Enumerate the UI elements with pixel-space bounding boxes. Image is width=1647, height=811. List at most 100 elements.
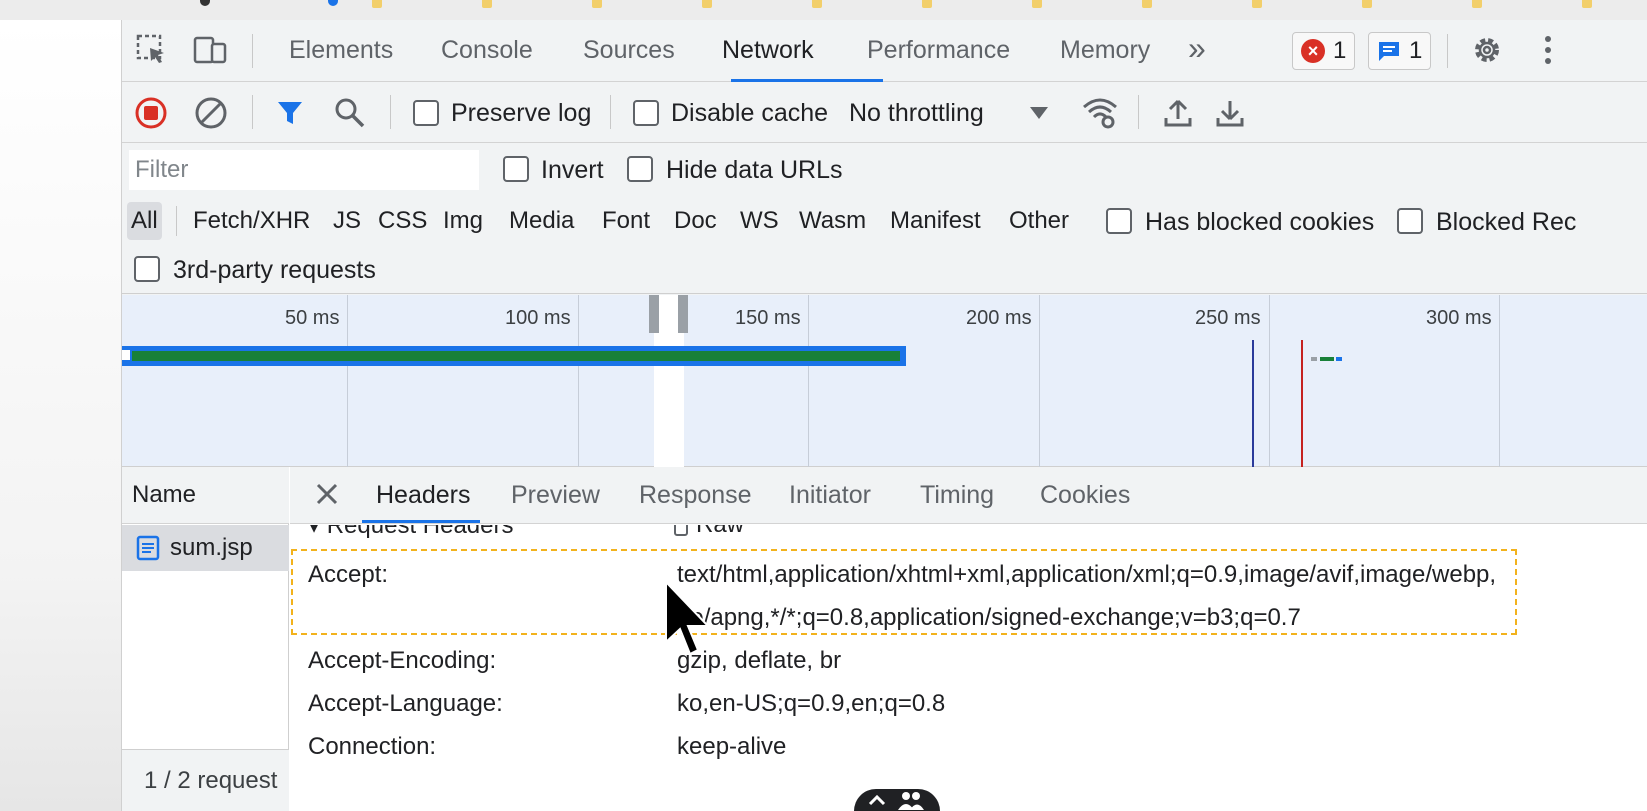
load-event-line xyxy=(1301,340,1303,467)
browser-bookmarks-strip xyxy=(0,0,1647,20)
type-filter-wasm[interactable]: Wasm xyxy=(795,202,870,240)
search-icon[interactable] xyxy=(332,95,368,131)
network-conditions-icon[interactable] xyxy=(1082,95,1118,131)
third-party-row: 3rd-party requests xyxy=(122,246,1647,294)
details-tab-cookies[interactable]: Cookies xyxy=(1040,481,1130,510)
import-har-upload-icon[interactable] xyxy=(1160,95,1196,131)
details-tab-timing[interactable]: Timing xyxy=(920,481,994,510)
type-filter-img[interactable]: Img xyxy=(439,202,487,240)
tab-network[interactable]: Network xyxy=(722,36,814,65)
message-icon xyxy=(1379,42,1399,61)
folder-icon xyxy=(812,0,822,8)
invert-checkbox[interactable] xyxy=(503,156,529,182)
bookmark-icon xyxy=(328,0,338,6)
kebab-icon[interactable] xyxy=(1530,32,1566,68)
mini-request-bar xyxy=(1311,357,1317,361)
disable-cache-label: Disable cache xyxy=(671,99,829,127)
type-filter-media[interactable]: Media xyxy=(505,202,578,240)
video-overlay-controls[interactable] xyxy=(854,789,940,811)
selection-handle-right[interactable] xyxy=(678,295,688,333)
selection-handle-left[interactable] xyxy=(649,295,659,333)
tab-sources[interactable]: Sources xyxy=(583,36,675,65)
third-party-checkbox[interactable] xyxy=(134,256,160,282)
preserve-log-checkbox[interactable] xyxy=(413,100,439,126)
type-filter-font[interactable]: Font xyxy=(598,202,654,240)
clear-icon[interactable] xyxy=(193,95,229,131)
has-blocked-cookies-checkbox[interactable] xyxy=(1106,208,1132,234)
record-stop-icon[interactable] xyxy=(133,95,169,131)
inspect-element-icon[interactable] xyxy=(134,32,170,68)
network-overview-timeline[interactable]: 50 ms 100 ms 150 ms 200 ms 250 ms 300 ms xyxy=(122,295,1647,467)
people-icon[interactable] xyxy=(896,790,926,810)
active-tab-indicator xyxy=(731,79,883,82)
more-tabs-chevron-icon[interactable]: » xyxy=(1188,30,1206,67)
request-waterfall-bar xyxy=(132,351,900,361)
third-party-label: 3rd-party requests xyxy=(173,256,376,284)
device-toolbar-icon[interactable] xyxy=(192,32,228,68)
type-filter-all[interactable]: All xyxy=(127,202,162,240)
folder-icon xyxy=(482,0,492,8)
throttling-select[interactable]: No throttling xyxy=(849,99,984,128)
type-filter-css[interactable]: CSS xyxy=(374,202,431,240)
grid-line xyxy=(808,295,809,467)
close-icon[interactable] xyxy=(312,479,342,509)
disable-cache-checkbox[interactable] xyxy=(633,100,659,126)
tick-label: 150 ms xyxy=(735,307,801,329)
filter-input[interactable] xyxy=(129,150,479,190)
filter-funnel-icon[interactable] xyxy=(272,95,308,131)
raw-toggle[interactable]: Raw xyxy=(674,525,744,541)
type-filter-manifest[interactable]: Manifest xyxy=(886,202,985,240)
invert-label: Invert xyxy=(541,156,604,184)
separator xyxy=(390,95,391,129)
details-tab-headers[interactable]: Headers xyxy=(376,481,471,510)
grid-line xyxy=(1039,295,1040,467)
raw-checkbox[interactable] xyxy=(674,525,688,536)
type-filter-other[interactable]: Other xyxy=(1005,202,1073,240)
name-column-header[interactable]: Name xyxy=(122,467,289,524)
resource-type-filters: All Fetch/XHR JS CSS Img Media Font Doc … xyxy=(122,196,1647,246)
grid-line xyxy=(347,295,348,467)
request-headers-section-title[interactable]: ▾ Request Headers xyxy=(308,525,514,541)
chevron-up-icon[interactable] xyxy=(868,794,886,806)
folder-icon xyxy=(922,0,932,8)
folder-icon xyxy=(702,0,712,8)
blocked-requests-checkbox[interactable] xyxy=(1397,208,1423,234)
details-tab-response[interactable]: Response xyxy=(639,481,752,510)
request-count-status: 1 / 2 request xyxy=(122,749,289,811)
folder-icon xyxy=(372,0,382,8)
gear-icon[interactable] xyxy=(1469,32,1505,68)
tick-label: 250 ms xyxy=(1195,307,1261,329)
dropdown-caret-icon[interactable] xyxy=(1030,107,1048,119)
separator xyxy=(176,206,177,236)
tab-performance[interactable]: Performance xyxy=(867,36,1010,65)
header-value-accept: text/html,application/xhtml+xml,applicat… xyxy=(677,561,1497,588)
request-row[interactable]: sum.jsp xyxy=(122,525,289,571)
type-filter-ws[interactable]: WS xyxy=(736,202,783,240)
has-blocked-cookies-label: Has blocked cookies xyxy=(1145,208,1375,236)
tab-memory[interactable]: Memory xyxy=(1060,36,1150,65)
header-name-accept: Accept: xyxy=(308,561,389,588)
export-har-download-icon[interactable] xyxy=(1212,95,1248,131)
type-filter-doc[interactable]: Doc xyxy=(670,202,721,240)
type-filter-js[interactable]: JS xyxy=(329,202,365,240)
error-icon: × xyxy=(1301,39,1325,63)
hide-data-urls-checkbox[interactable] xyxy=(627,156,653,182)
folder-icon xyxy=(592,0,602,8)
errors-count: 1 xyxy=(1333,37,1347,64)
folder-icon xyxy=(1472,0,1482,8)
requests-split-panel: Name sum.jsp 1 / 2 request Headers Previ… xyxy=(122,467,1647,811)
folder-icon xyxy=(1362,0,1372,8)
header-value-accept-continued: ge/apng,*/*;q=0.8,application/signed-exc… xyxy=(677,604,1301,631)
type-filter-fetch-xhr[interactable]: Fetch/XHR xyxy=(189,202,314,240)
devtools-panel: Elements Console Sources Network Perform… xyxy=(121,20,1647,811)
tab-console[interactable]: Console xyxy=(441,36,533,65)
tab-elements[interactable]: Elements xyxy=(289,36,393,65)
details-tab-initiator[interactable]: Initiator xyxy=(789,481,871,510)
errors-badge[interactable]: × 1 xyxy=(1292,32,1356,70)
header-name-connection: Connection: xyxy=(308,733,437,760)
messages-badge[interactable]: 1 xyxy=(1368,32,1432,70)
bookmark-icon xyxy=(200,0,210,6)
devtools-tabbar: Elements Console Sources Network Perform… xyxy=(122,20,1647,82)
mini-request-bar xyxy=(1336,357,1342,361)
details-tab-preview[interactable]: Preview xyxy=(511,481,600,510)
